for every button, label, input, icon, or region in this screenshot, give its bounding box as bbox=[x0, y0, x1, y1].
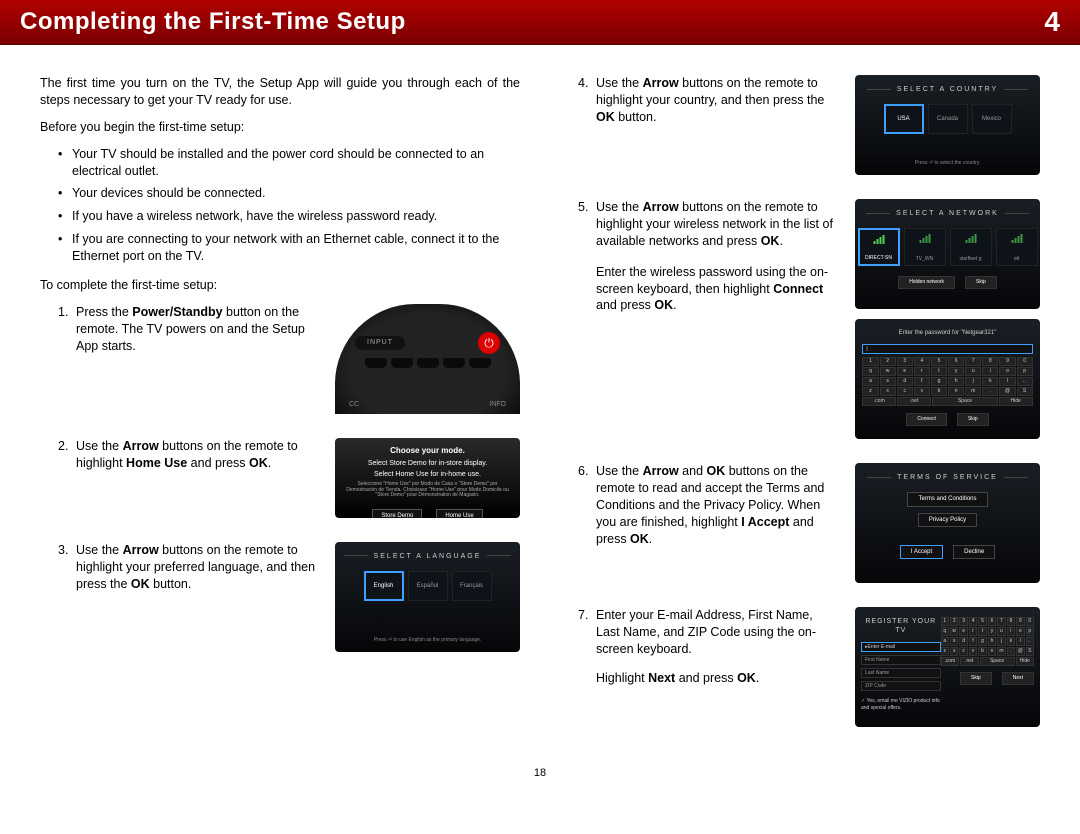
before-item: If you are connecting to your network wi… bbox=[58, 231, 520, 265]
step-3-text: Use the Arrow buttons on the remote to h… bbox=[76, 542, 317, 593]
network-thumbnail: SELECT A NETWORK DIRECT-SN TV_WN starfle… bbox=[855, 199, 1040, 309]
chapter-title: Completing the First-Time Setup bbox=[20, 8, 406, 36]
step-6-text: Use the Arrow and OK buttons on the remo… bbox=[596, 463, 837, 547]
steps-right: 4. Use the Arrow buttons on the remote t… bbox=[578, 75, 1040, 727]
step-4: 4. Use the Arrow buttons on the remote t… bbox=[578, 75, 1040, 175]
before-item: Your devices should be connected. bbox=[58, 185, 520, 202]
page-body: The first time you turn on the TV, the S… bbox=[0, 45, 1080, 761]
before-item: If you have a wireless network, have the… bbox=[58, 208, 520, 225]
before-item: Your TV should be installed and the powe… bbox=[58, 146, 520, 180]
page-number: 18 bbox=[0, 761, 1080, 791]
before-label: Before you begin the first-time setup: bbox=[40, 119, 520, 136]
before-list: Your TV should be installed and the powe… bbox=[58, 146, 520, 265]
step-5-text: Use the Arrow buttons on the remote to h… bbox=[596, 199, 837, 324]
step-1-text: Press the Power/Standby button on the re… bbox=[76, 304, 317, 355]
step-1: 1. Press the Power/Standby button on the… bbox=[58, 304, 520, 414]
right-column: 4. Use the Arrow buttons on the remote t… bbox=[560, 75, 1040, 751]
chapter-header: Completing the First-Time Setup 4 bbox=[0, 0, 1080, 45]
remote-thumbnail: INPUT ⏻ CC INFO bbox=[335, 304, 520, 414]
register-thumbnail: REGISTER YOUR TV ▸ Enter E-mail First Na… bbox=[855, 607, 1040, 727]
language-thumbnail: SELECT A LANGUAGE English Español França… bbox=[335, 542, 520, 652]
country-thumbnail: SELECT A COUNTRY USA Canada Mexico Press… bbox=[855, 75, 1040, 175]
step-7-text: Enter your E-mail Address, First Name, L… bbox=[596, 607, 837, 697]
step-3: 3. Use the Arrow buttons on the remote t… bbox=[58, 542, 520, 652]
tos-thumbnail: TERMS OF SERVICE Terms and Conditions Pr… bbox=[855, 463, 1040, 583]
step-6: 6. Use the Arrow and OK buttons on the r… bbox=[578, 463, 1040, 583]
input-button-icon: INPUT bbox=[355, 336, 405, 350]
left-column: The first time you turn on the TV, the S… bbox=[40, 75, 520, 751]
chapter-number: 4 bbox=[1044, 6, 1060, 38]
intro-text: The first time you turn on the TV, the S… bbox=[40, 75, 520, 109]
mode-thumbnail: Choose your mode. Select Store Demo for … bbox=[335, 438, 520, 518]
power-button-icon: ⏻ bbox=[478, 332, 500, 354]
step-5: 5. Use the Arrow buttons on the remote t… bbox=[578, 199, 1040, 439]
step-2-text: Use the Arrow buttons on the remote to h… bbox=[76, 438, 317, 472]
steps-left: 1. Press the Power/Standby button on the… bbox=[58, 304, 520, 652]
step-7: 7. Enter your E-mail Address, First Name… bbox=[578, 607, 1040, 727]
password-thumbnail: Enter the password for "Netgear321" | 12… bbox=[855, 319, 1040, 439]
complete-label: To complete the first-time setup: bbox=[40, 277, 520, 294]
step-4-text: Use the Arrow buttons on the remote to h… bbox=[596, 75, 837, 126]
step-2: 2. Use the Arrow buttons on the remote t… bbox=[58, 438, 520, 518]
